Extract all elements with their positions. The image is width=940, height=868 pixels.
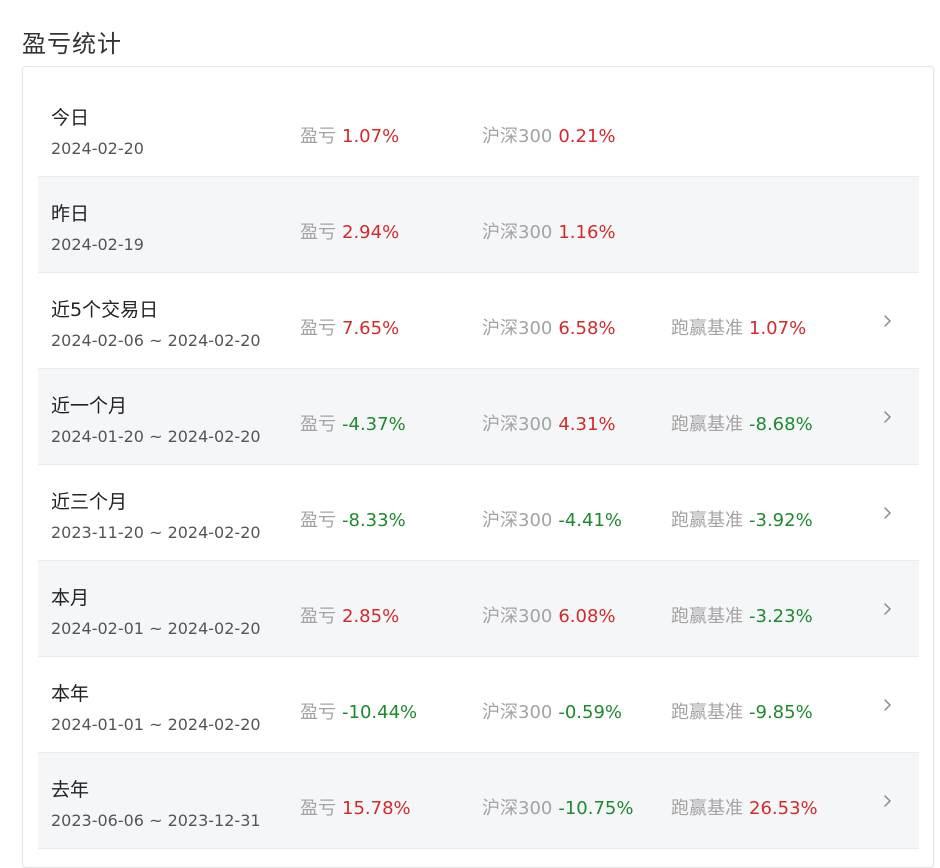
excess-metric: 跑赢基准 -8.68% bbox=[671, 410, 813, 436]
chevron-right-icon[interactable] bbox=[877, 311, 897, 331]
chevron-right-icon[interactable] bbox=[877, 503, 897, 523]
excess-metric-label: 跑赢基准 bbox=[671, 606, 743, 627]
index-metric-value: 4.31% bbox=[558, 414, 616, 435]
stats-row[interactable]: 本年 2024-01-01 ~ 2024-02-20 盈亏 -10.44% 沪深300-… bbox=[38, 657, 919, 753]
stats-row: 昨日 2024-02-19 盈亏 2.94% 沪深300 1.16% bbox=[38, 177, 919, 273]
period-label: 今日 bbox=[51, 107, 90, 129]
pnl-metric: 盈亏 15.78% bbox=[300, 794, 411, 820]
index-metric: 沪深300 1.16% bbox=[482, 218, 616, 244]
stats-row[interactable]: 去年 2023-06-06 ~ 2023-12-31 盈亏 15.78% 沪深300 -1… bbox=[38, 753, 919, 849]
excess-metric: 跑赢基准 26.53% bbox=[671, 794, 818, 820]
pnl-metric: 盈亏 -8.33% bbox=[300, 506, 406, 532]
index-metric-value: -0.59% bbox=[558, 702, 623, 723]
index-metric: 沪深300 -4.41% bbox=[482, 506, 622, 532]
excess-metric-label: 跑赢基准 bbox=[671, 510, 743, 531]
excess-metric-value: -9.85% bbox=[749, 702, 813, 723]
excess-metric: 跑赢基准 -3.92% bbox=[671, 506, 813, 532]
chevron-right-icon[interactable] bbox=[877, 695, 897, 715]
period-date-range: 2024-02-01 ~ 2024-02-20 bbox=[51, 619, 261, 638]
excess-metric-label: 跑赢基准 bbox=[671, 318, 743, 339]
excess-metric: 跑赢基准 -3.23% bbox=[671, 602, 813, 628]
index-metric-label: 沪深300 bbox=[482, 606, 553, 627]
period-date-range: 2023-06-06 ~ 2023-12-31 bbox=[51, 811, 261, 830]
index-metric-label: 沪深300 bbox=[482, 126, 553, 147]
pnl-metric-value: -10.44% bbox=[342, 702, 418, 723]
period-label: 近5个交易日 bbox=[51, 299, 159, 321]
stats-row[interactable]: 本月 2024-02-01 ~ 2024-02-20 盈亏 2.85% 沪深300 6.0… bbox=[38, 561, 919, 657]
period-label: 去年 bbox=[51, 779, 90, 801]
index-metric-label: 沪深300 bbox=[482, 414, 553, 435]
index-metric-value: 1.16% bbox=[558, 222, 616, 243]
pnl-metric-label: 盈亏 bbox=[300, 606, 336, 627]
stats-row[interactable]: 近一个月 2024-01-20 ~ 2024-02-20 盈亏 -4.37% 沪深300… bbox=[38, 369, 919, 465]
period-date-range: 2024-02-19 bbox=[51, 235, 144, 254]
pnl-metric-value: 7.65% bbox=[342, 318, 400, 339]
stats-row[interactable]: 近三个月 2023-11-20 ~ 2024-02-20 盈亏 -8.33% 沪深300… bbox=[38, 465, 919, 561]
pnl-metric: 盈亏 -10.44% bbox=[300, 698, 417, 724]
period-date-range: 2024-01-20 ~ 2024-02-20 bbox=[51, 427, 261, 446]
stats-list: 今日 2024-02-20 盈亏 1.07% 沪深300 0.21% 昨日 2024-02-1… bbox=[38, 81, 919, 849]
period-label: 昨日 bbox=[51, 203, 90, 225]
pnl-metric-label: 盈亏 bbox=[300, 798, 336, 819]
pnl-metric: 盈亏 7.65% bbox=[300, 314, 399, 340]
period-label: 近一个月 bbox=[51, 395, 128, 417]
index-metric: 沪深300 -10.75% bbox=[482, 794, 634, 820]
index-metric: 沪深300 6.58% bbox=[482, 314, 616, 340]
stats-row[interactable]: 近5个交易日 2024-02-06 ~ 2024-02-20 盈亏 7.65% 沪深30… bbox=[38, 273, 919, 369]
index-metric-value: 6.58% bbox=[558, 318, 616, 339]
excess-metric-value: -8.68% bbox=[749, 414, 813, 435]
excess-metric-label: 跑赢基准 bbox=[671, 798, 743, 819]
excess-metric-label: 跑赢基准 bbox=[671, 702, 743, 723]
excess-metric-value: -3.92% bbox=[749, 510, 813, 531]
pnl-metric-label: 盈亏 bbox=[300, 126, 336, 147]
stats-card: 今日 2024-02-20 盈亏 1.07% 沪深300 0.21% 昨日 2024-02-1… bbox=[22, 66, 934, 868]
index-metric-label: 沪深300 bbox=[482, 510, 553, 531]
page-title: 盈亏统计 bbox=[22, 30, 122, 58]
index-metric-value: -4.41% bbox=[558, 510, 623, 531]
chevron-right-icon[interactable] bbox=[877, 599, 897, 619]
index-metric: 沪深300 -0.59% bbox=[482, 698, 622, 724]
period-date-range: 2024-02-20 bbox=[51, 139, 144, 158]
pnl-metric-label: 盈亏 bbox=[300, 318, 336, 339]
pnl-metric-label: 盈亏 bbox=[300, 414, 336, 435]
pnl-metric-label: 盈亏 bbox=[300, 222, 336, 243]
pnl-metric-value: 15.78% bbox=[342, 798, 411, 819]
excess-metric: 跑赢基准 -9.85% bbox=[671, 698, 813, 724]
chevron-right-icon[interactable] bbox=[877, 791, 897, 811]
period-date-range: 2024-01-01 ~ 2024-02-20 bbox=[51, 715, 261, 734]
stats-row: 今日 2024-02-20 盈亏 1.07% 沪深300 0.21% bbox=[38, 81, 919, 177]
pnl-metric: 盈亏 2.94% bbox=[300, 218, 399, 244]
index-metric-label: 沪深300 bbox=[482, 222, 553, 243]
pnl-metric-label: 盈亏 bbox=[300, 510, 336, 531]
index-metric-label: 沪深300 bbox=[482, 798, 553, 819]
period-date-range: 2024-02-06 ~ 2024-02-20 bbox=[51, 331, 261, 350]
pnl-metric: 盈亏 2.85% bbox=[300, 602, 399, 628]
excess-metric: 跑赢基准 1.07% bbox=[671, 314, 806, 340]
period-date-range: 2023-11-20 ~ 2024-02-20 bbox=[51, 523, 261, 542]
index-metric-label: 沪深300 bbox=[482, 318, 553, 339]
pnl-metric: 盈亏 -4.37% bbox=[300, 410, 406, 436]
excess-metric-value: 1.07% bbox=[749, 318, 807, 339]
period-label: 近三个月 bbox=[51, 491, 128, 513]
excess-metric-label: 跑赢基准 bbox=[671, 414, 743, 435]
pnl-metric: 盈亏 1.07% bbox=[300, 122, 399, 148]
index-metric-value: -10.75% bbox=[558, 798, 634, 819]
excess-metric-value: -3.23% bbox=[749, 606, 813, 627]
index-metric: 沪深300 4.31% bbox=[482, 410, 616, 436]
index-metric-label: 沪深300 bbox=[482, 702, 553, 723]
pnl-metric-value: 2.85% bbox=[342, 606, 400, 627]
pnl-metric-value: -4.37% bbox=[342, 414, 406, 435]
pnl-metric-value: 2.94% bbox=[342, 222, 400, 243]
period-label: 本月 bbox=[51, 587, 90, 609]
pnl-metric-label: 盈亏 bbox=[300, 702, 336, 723]
index-metric: 沪深300 6.08% bbox=[482, 602, 616, 628]
period-label: 本年 bbox=[51, 683, 90, 705]
index-metric: 沪深300 0.21% bbox=[482, 122, 616, 148]
chevron-right-icon[interactable] bbox=[877, 407, 897, 427]
index-metric-value: 0.21% bbox=[558, 126, 616, 147]
index-metric-value: 6.08% bbox=[558, 606, 616, 627]
excess-metric-value: 26.53% bbox=[749, 798, 818, 819]
pnl-metric-value: -8.33% bbox=[342, 510, 406, 531]
pnl-metric-value: 1.07% bbox=[342, 126, 400, 147]
